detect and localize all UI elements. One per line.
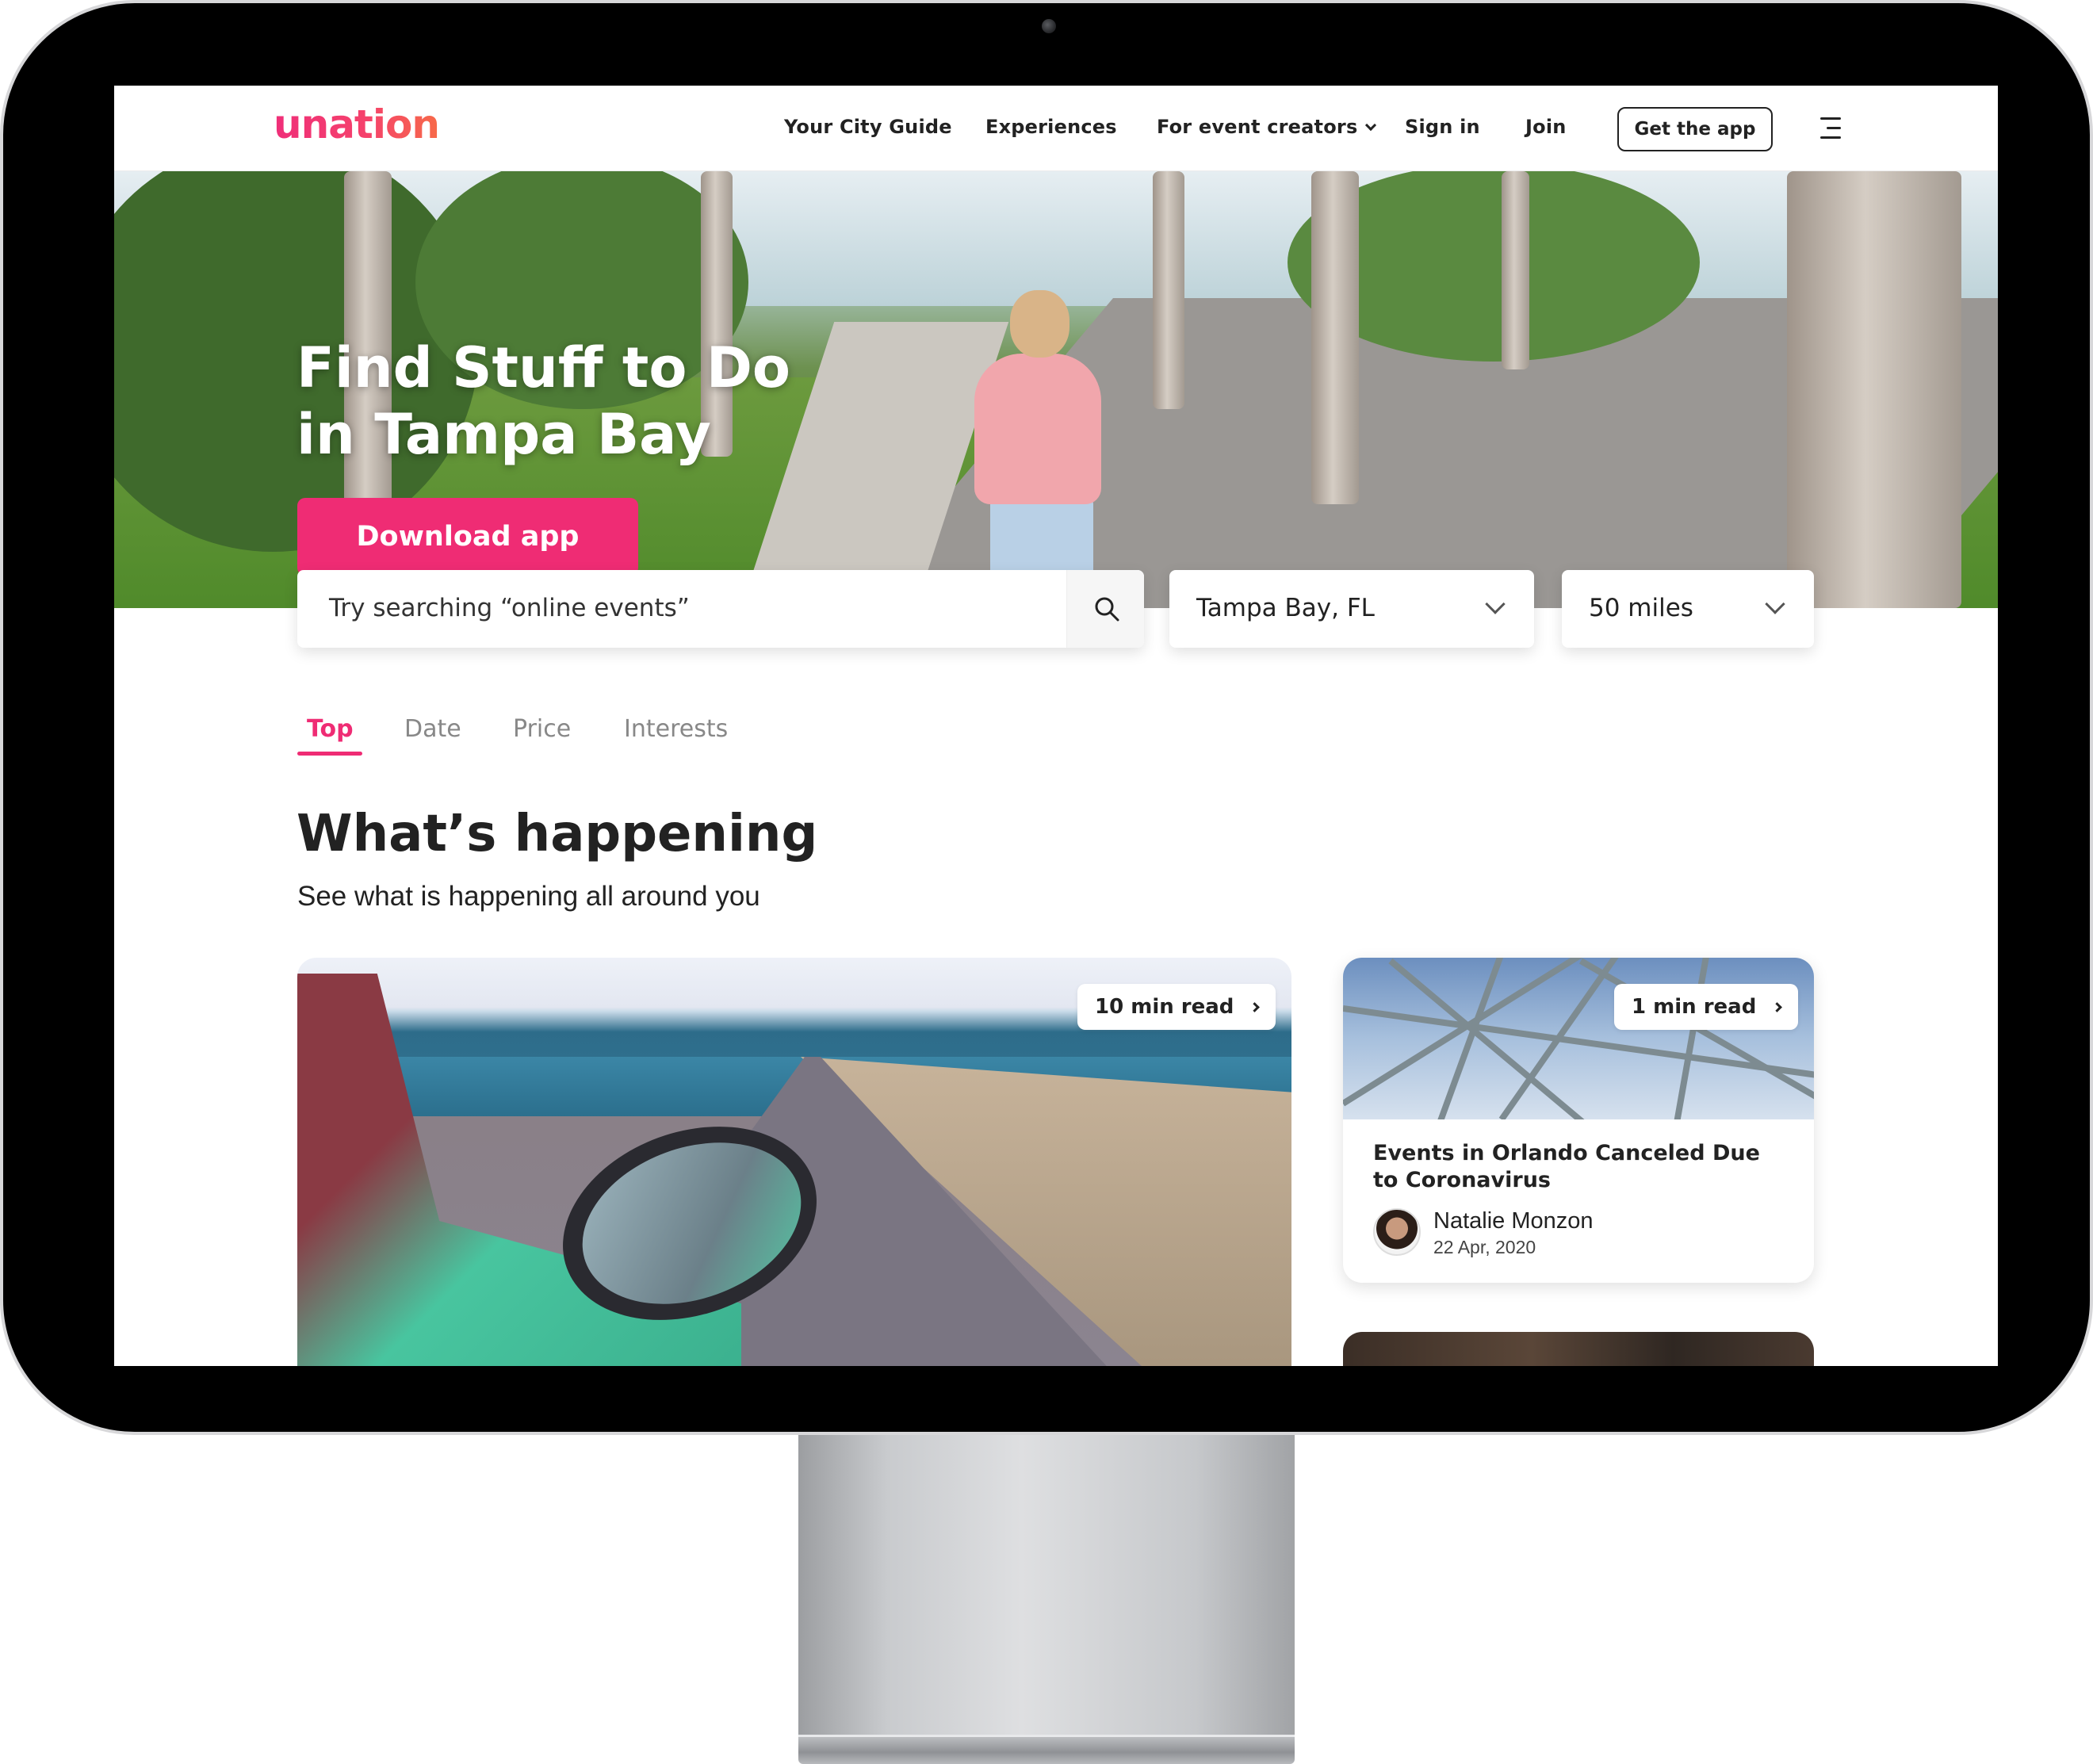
featured-article-card[interactable]: 10 min read bbox=[297, 958, 1291, 1366]
section-title: What’s happening bbox=[297, 805, 818, 863]
palm-trunk bbox=[1787, 171, 1961, 608]
nav-for-event-creators-label: For event creators bbox=[1157, 116, 1358, 138]
location-value: Tampa Bay, FL bbox=[1196, 594, 1375, 622]
search-bar[interactable]: Try searching “online events” bbox=[297, 570, 1144, 648]
palm-trunk bbox=[1311, 171, 1359, 504]
download-app-button[interactable]: Download app bbox=[297, 498, 638, 576]
monitor-stand bbox=[798, 1419, 1295, 1736]
article-title[interactable]: Events in Orlando Canceled Due to Corona… bbox=[1373, 1140, 1785, 1194]
radius-value: 50 miles bbox=[1589, 594, 1693, 622]
chevron-down-icon bbox=[1485, 594, 1506, 614]
nav-join[interactable]: Join bbox=[1525, 116, 1567, 138]
search-button[interactable] bbox=[1066, 570, 1144, 648]
search-input[interactable]: Try searching “online events” bbox=[329, 594, 690, 622]
chevron-right-icon bbox=[1249, 1001, 1261, 1012]
author-name: Natalie Monzon bbox=[1433, 1208, 1594, 1234]
hero-banner: Find Stuff to Do in Tampa Bay Download a… bbox=[114, 171, 1998, 608]
hamburger-menu-icon[interactable] bbox=[1814, 117, 1841, 140]
unation-logo[interactable]: unation bbox=[274, 101, 440, 147]
ferris-wheel-beam bbox=[1579, 958, 1814, 1119]
site-header: unation Your City Guide Experiences For … bbox=[114, 86, 1998, 171]
read-time-badge[interactable]: 1 min read bbox=[1614, 984, 1799, 1030]
tab-active-indicator bbox=[297, 752, 362, 756]
read-time-label: 1 min read bbox=[1632, 995, 1757, 1019]
read-time-badge[interactable]: 10 min read bbox=[1077, 984, 1276, 1030]
monitor-bezel: unation Your City Guide Experiences For … bbox=[0, 0, 2093, 1435]
article-date: 22 Apr, 2020 bbox=[1433, 1237, 1536, 1257]
read-time-label: 10 min read bbox=[1095, 995, 1234, 1019]
get-the-app-button[interactable]: Get the app bbox=[1617, 107, 1773, 151]
tab-date[interactable]: Date bbox=[404, 715, 461, 743]
browser-screen: unation Your City Guide Experiences For … bbox=[114, 86, 1998, 1366]
radius-select[interactable]: 50 miles bbox=[1562, 570, 1814, 648]
monitor-stand-foot bbox=[798, 1735, 1295, 1764]
section-subtitle: See what is happening all around you bbox=[297, 881, 760, 912]
location-select[interactable]: Tampa Bay, FL bbox=[1169, 570, 1534, 648]
chevron-down-icon bbox=[1365, 119, 1377, 132]
tab-interests[interactable]: Interests bbox=[624, 715, 728, 743]
hero-title-line2: in Tampa Bay bbox=[297, 402, 711, 467]
nav-experiences[interactable]: Experiences bbox=[985, 116, 1117, 138]
nav-for-event-creators[interactable]: For event creators bbox=[1157, 116, 1377, 138]
tab-price[interactable]: Price bbox=[513, 715, 571, 743]
palm-trunk bbox=[1502, 171, 1529, 369]
nav-sign-in[interactable]: Sign in bbox=[1405, 116, 1480, 138]
palm-trunk bbox=[1153, 171, 1184, 409]
cyclist-head bbox=[1010, 290, 1069, 358]
article-card-partial[interactable] bbox=[1343, 1332, 1814, 1366]
chevron-down-icon bbox=[1765, 594, 1785, 614]
monitor-stand-highlight bbox=[798, 1735, 1295, 1737]
chevron-right-icon bbox=[1772, 1001, 1783, 1012]
hero-title-line1: Find Stuff to Do bbox=[297, 335, 791, 400]
nav-your-city-guide[interactable]: Your City Guide bbox=[784, 116, 952, 138]
camera-icon bbox=[1042, 19, 1056, 33]
search-icon bbox=[1095, 597, 1119, 622]
article-card-image bbox=[1343, 958, 1814, 1119]
article-card[interactable]: 1 min read Events in Orlando Canceled Du… bbox=[1343, 958, 1814, 1283]
tab-top[interactable]: Top bbox=[307, 715, 354, 743]
author-avatar bbox=[1373, 1208, 1421, 1256]
hero-title: Find Stuff to Do in Tampa Bay bbox=[297, 335, 1010, 468]
